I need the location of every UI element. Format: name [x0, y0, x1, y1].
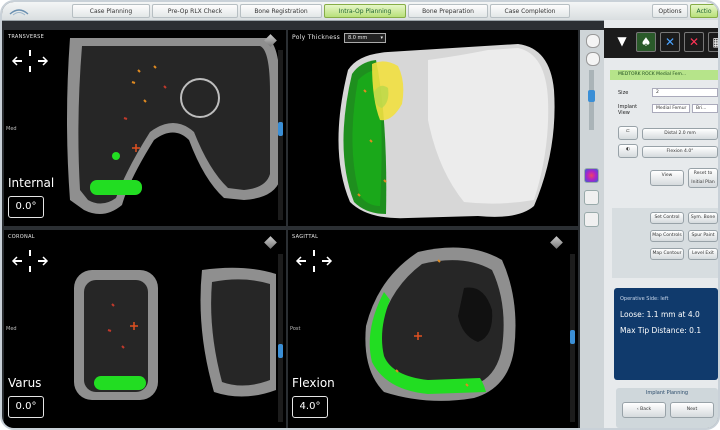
- implant-planning-nav: Implant Planning ‹ Back Next: [616, 388, 718, 428]
- view-tool-strip: [580, 30, 604, 428]
- size-label: Size: [618, 90, 629, 96]
- shield-icon[interactable]: [584, 190, 599, 205]
- flexion-angle-value: 4.0°: [292, 396, 328, 418]
- tab-case-planning[interactable]: Case Planning: [72, 4, 150, 18]
- side-label: Med: [6, 126, 17, 132]
- map-controls-button[interactable]: Map Controls: [650, 230, 684, 242]
- spur-paint-button[interactable]: Spur Paint: [688, 230, 718, 242]
- implant-view-option-1[interactable]: Medial Femur: [652, 104, 690, 113]
- flexion-angle-label: Flexion: [292, 376, 335, 390]
- reset-initial-plan-button[interactable]: Reset to Initial Plan: [688, 168, 718, 188]
- app-logo-icon: [9, 9, 29, 16]
- tab-bone-preparation[interactable]: Bone Preparation: [408, 4, 488, 18]
- layers-icon[interactable]: [584, 212, 599, 227]
- tab-intra-op-planning[interactable]: Intra-Op Planning: [324, 4, 406, 18]
- poly-thickness-select[interactable]: 8.0 mm ▾: [344, 33, 386, 43]
- size-field[interactable]: 2: [652, 88, 718, 97]
- rotation-angle-label: Internal: [8, 176, 55, 190]
- max-tip-distance-text: Max Tip Distance: 0.1: [620, 326, 702, 335]
- tooth-implant-icon[interactable]: ▼: [612, 32, 632, 52]
- map-contour-button[interactable]: Map Contour: [650, 248, 684, 260]
- next-button[interactable]: Next: [670, 402, 714, 418]
- chevron-down-icon: ▾: [380, 35, 383, 41]
- distal-button[interactable]: Distal 2.0 mm: [642, 128, 718, 140]
- operative-status-box: Operative Side: left Loose: 1.1 mm at 4.…: [614, 288, 718, 380]
- zoom-slider-thumb[interactable]: [588, 90, 595, 102]
- navigation-cross-icon[interactable]: [10, 248, 50, 274]
- navigation-cross-icon[interactable]: [10, 48, 50, 74]
- slice-scroll-thumb[interactable]: [278, 344, 283, 358]
- workflow-tab-bar: Case Planning Pre-Op RLX Check Bone Regi…: [2, 2, 718, 21]
- viewport-coronal[interactable]: CORONAL Med Varus 0.0°: [4, 230, 286, 428]
- varus-angle-label: Varus: [8, 376, 42, 390]
- femur-view-icon[interactable]: ♠: [636, 32, 656, 52]
- poly-thickness-value: 8.0 mm: [348, 35, 368, 41]
- color-map-icon[interactable]: [584, 168, 599, 183]
- side-label: Post: [290, 326, 301, 332]
- rotation-angle-value: 0.0°: [8, 196, 44, 218]
- viewport-title: SAGITTAL: [292, 234, 319, 240]
- flexion-button[interactable]: Flexion 4.0°: [642, 146, 718, 158]
- viewport-title: CORONAL: [8, 234, 35, 240]
- back-button[interactable]: ‹ Back: [622, 402, 666, 418]
- next-button-label: Next: [686, 407, 698, 412]
- implant-view-option-2[interactable]: Bri...: [692, 104, 718, 113]
- implant-view-label: Implant View: [618, 104, 638, 116]
- alignment-view-icon[interactable]: ✕: [684, 32, 704, 52]
- operative-side-text: Operative Side: left: [620, 296, 669, 302]
- view-button[interactable]: View: [650, 170, 684, 186]
- varus-angle-value: 0.0°: [8, 396, 44, 418]
- sym-bone-button[interactable]: Sym. Bone: [688, 212, 718, 224]
- loose-text: Loose: 1.1 mm at 4.0: [620, 310, 700, 319]
- poly-thickness-label: Poly Thickness: [292, 34, 341, 41]
- viewport-transverse[interactable]: TRANSVERSE Med Internal 0.0°: [4, 30, 286, 226]
- tab-case-completion[interactable]: Case Completion: [490, 4, 570, 18]
- viewport-title: TRANSVERSE: [8, 34, 45, 40]
- tab-pre-op-check[interactable]: Pre-Op RLX Check: [152, 4, 238, 18]
- set-control-button[interactable]: Set Control: [650, 212, 684, 224]
- distal-adjust-icon[interactable]: ⊏: [618, 126, 638, 140]
- brightness-icon[interactable]: [586, 52, 600, 66]
- viewport-3d-model[interactable]: Poly Thickness 8.0 mm ▾: [288, 30, 578, 226]
- tab-bone-registration[interactable]: Bone Registration: [240, 4, 322, 18]
- slice-scroll-thumb[interactable]: [570, 330, 575, 344]
- slice-scroll-thumb[interactable]: [278, 122, 283, 136]
- back-button-label: Back: [640, 407, 652, 412]
- level-exit-button[interactable]: Level Exit: [688, 248, 718, 260]
- grid-view-icon[interactable]: ▦: [708, 32, 718, 52]
- axis-view-icon[interactable]: ✕: [660, 32, 680, 52]
- bone-tools-group: Set Control Sym. Bone Map Controls Spur …: [612, 208, 718, 278]
- tab-options[interactable]: Options: [652, 4, 688, 18]
- implant-planning-panel: ▼ ♠ ✕ ✕ ▦ MEDTORK ROCK Medial Fem... Siz…: [604, 20, 718, 428]
- panel-toolbar: ▼ ♠ ✕ ✕ ▦: [604, 28, 718, 58]
- slice-scrollbar[interactable]: [570, 254, 575, 422]
- side-label: Med: [6, 326, 17, 332]
- flexion-adjust-icon[interactable]: ◐: [618, 144, 638, 158]
- implant-header: MEDTORK ROCK Medial Fem...: [610, 70, 718, 80]
- zoom-icon[interactable]: [586, 34, 600, 48]
- tab-actions[interactable]: Actio: [690, 4, 718, 18]
- viewport-sagittal[interactable]: SAGITTAL Post Flexion 4.0°: [288, 230, 578, 428]
- zoom-slider[interactable]: [588, 70, 595, 130]
- implant-planning-title: Implant Planning: [645, 390, 689, 396]
- slice-scrollbar[interactable]: [278, 254, 283, 422]
- app-window: Case Planning Pre-Op RLX Check Bone Regi…: [0, 0, 720, 430]
- femur-3d-model-image: [338, 44, 555, 219]
- navigation-cross-icon[interactable]: [294, 248, 334, 274]
- slice-scrollbar[interactable]: [278, 50, 283, 220]
